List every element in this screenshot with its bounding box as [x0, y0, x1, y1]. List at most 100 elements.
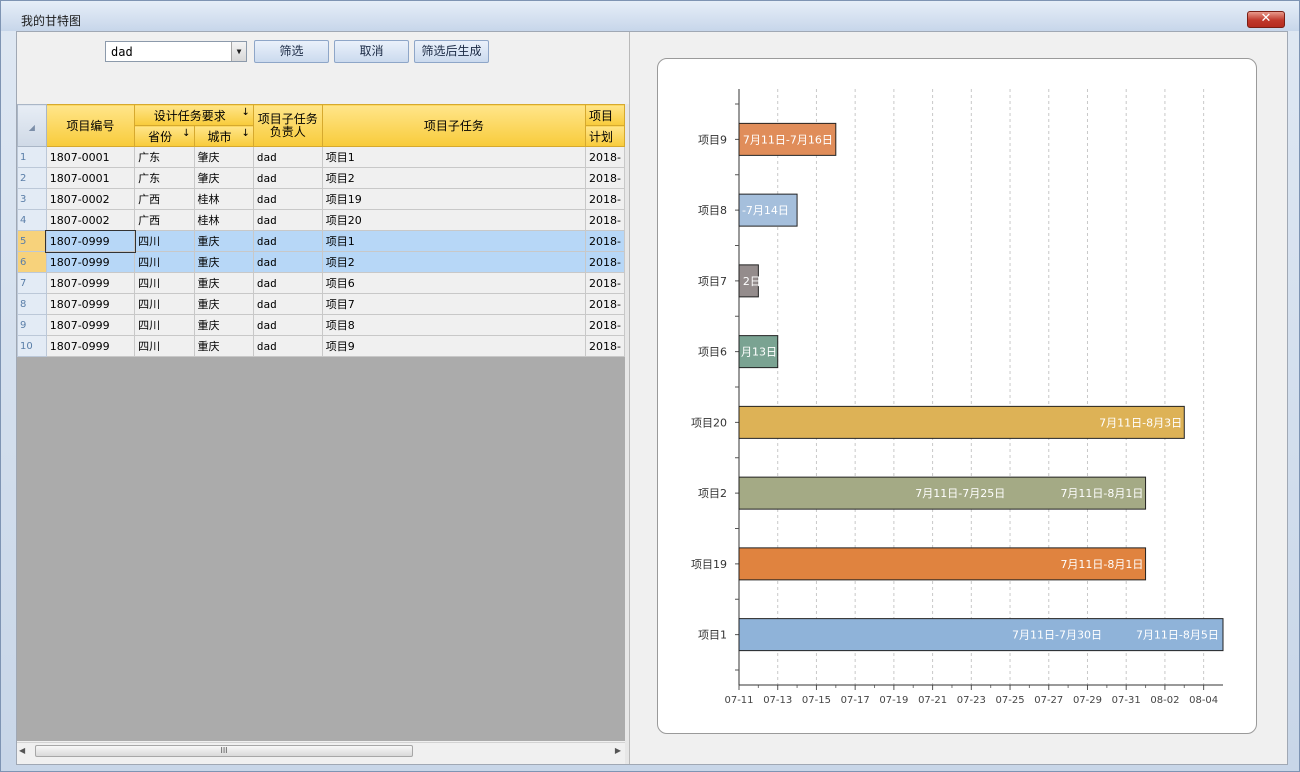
row-header[interactable]: 1	[17, 146, 47, 168]
cell-subtask[interactable]: 项目1	[321, 230, 587, 252]
table-row[interactable]: 5 1807-0999 四川 重庆 dad 项目1 2018-	[17, 229, 625, 253]
header-project-no[interactable]: 项目编号	[45, 104, 136, 147]
owner-combo[interactable]: dad ▼	[105, 41, 247, 62]
header-subtask[interactable]: 项目子任务	[321, 104, 587, 147]
row-header[interactable]: 5	[17, 230, 47, 252]
scroll-left-icon[interactable]: ◀	[19, 746, 25, 755]
cell-owner[interactable]: dad	[252, 209, 323, 231]
table-row[interactable]: 1 1807-0001 广东 肇庆 dad 项目1 2018-	[17, 146, 625, 168]
filter-button[interactable]: 筛选	[254, 40, 329, 63]
cell-province[interactable]: 四川	[134, 272, 195, 294]
cell-subtask[interactable]: 项目2	[321, 167, 587, 189]
cell-plan[interactable]: 2018-	[585, 314, 625, 336]
cell-city[interactable]: 桂林	[193, 188, 254, 210]
cell-subtask[interactable]: 项目6	[321, 272, 587, 294]
cell-province[interactable]: 四川	[134, 335, 195, 357]
horizontal-scrollbar[interactable]: ◀ III ▶	[17, 742, 625, 759]
cell-owner[interactable]: dad	[252, 188, 323, 210]
cell-city[interactable]: 重庆	[193, 272, 254, 294]
cell-plan[interactable]: 2018-	[585, 293, 625, 315]
cell-plan[interactable]: 2018-	[585, 251, 625, 273]
cell-city[interactable]: 重庆	[193, 293, 254, 315]
table-row[interactable]: 9 1807-0999 四川 重庆 dad 项目8 2018-	[17, 314, 625, 336]
header-plan-top[interactable]: 项目	[585, 104, 625, 126]
cell-owner[interactable]: dad	[252, 146, 323, 168]
cell-subtask[interactable]: 项目1	[321, 146, 587, 168]
row-header[interactable]: 8	[17, 293, 47, 315]
cancel-button[interactable]: 取消	[334, 40, 409, 63]
row-header[interactable]: 3	[17, 188, 47, 210]
row-header[interactable]: 6	[17, 251, 47, 273]
row-header[interactable]: 9	[17, 314, 47, 336]
cell-project-no[interactable]: 1807-0999	[45, 229, 136, 253]
row-header[interactable]: 10	[17, 335, 47, 357]
cell-city[interactable]: 重庆	[193, 314, 254, 336]
cell-plan[interactable]: 2018-	[585, 209, 625, 231]
cell-subtask[interactable]: 项目9	[321, 335, 587, 357]
cell-owner[interactable]: dad	[252, 230, 323, 252]
cell-project-no[interactable]: 1807-0001	[45, 167, 136, 189]
cell-owner[interactable]: dad	[252, 167, 323, 189]
cell-city[interactable]: 肇庆	[193, 146, 254, 168]
cell-project-no[interactable]: 1807-0999	[45, 251, 136, 273]
scroll-thumb[interactable]: III	[35, 745, 413, 757]
cell-city[interactable]: 肇庆	[193, 167, 254, 189]
cell-city[interactable]: 重庆	[193, 251, 254, 273]
header-city[interactable]: 城市 ↓	[193, 125, 254, 147]
table-row[interactable]: 6 1807-0999 四川 重庆 dad 项目2 2018-	[17, 251, 625, 273]
table-row[interactable]: 4 1807-0002 广西 桂林 dad 项目20 2018-	[17, 209, 625, 231]
cell-owner[interactable]: dad	[252, 335, 323, 357]
cell-province[interactable]: 四川	[134, 251, 195, 273]
cell-subtask[interactable]: 项目20	[321, 209, 587, 231]
cell-owner[interactable]: dad	[252, 314, 323, 336]
cell-city[interactable]: 桂林	[193, 209, 254, 231]
cell-plan[interactable]: 2018-	[585, 335, 625, 357]
cell-subtask[interactable]: 项目8	[321, 314, 587, 336]
cell-plan[interactable]: 2018-	[585, 230, 625, 252]
cell-project-no[interactable]: 1807-0002	[45, 209, 136, 231]
cell-province[interactable]: 四川	[134, 314, 195, 336]
cell-plan[interactable]: 2018-	[585, 146, 625, 168]
cell-province[interactable]: 广西	[134, 188, 195, 210]
cell-plan[interactable]: 2018-	[585, 188, 625, 210]
row-header[interactable]: 4	[17, 209, 47, 231]
table-row[interactable]: 8 1807-0999 四川 重庆 dad 项目7 2018-	[17, 293, 625, 315]
header-plan-bottom[interactable]: 计划	[585, 125, 625, 147]
cell-owner[interactable]: dad	[252, 251, 323, 273]
table-row[interactable]: 3 1807-0002 广西 桂林 dad 项目19 2018-	[17, 188, 625, 210]
cell-owner[interactable]: dad	[252, 272, 323, 294]
table-row[interactable]: 7 1807-0999 四川 重庆 dad 项目6 2018-	[17, 272, 625, 294]
cell-province[interactable]: 广东	[134, 146, 195, 168]
cell-project-no[interactable]: 1807-0999	[45, 335, 136, 357]
header-owner[interactable]: 项目子任务负责人	[252, 104, 323, 147]
title-bar[interactable]: 我的甘特图 ✕	[1, 1, 1299, 31]
cell-project-no[interactable]: 1807-0999	[45, 314, 136, 336]
row-header[interactable]: 7	[17, 272, 47, 294]
close-button[interactable]: ✕	[1247, 11, 1285, 28]
table-row[interactable]: 2 1807-0001 广东 肇庆 dad 项目2 2018-	[17, 167, 625, 189]
cell-subtask[interactable]: 项目2	[321, 251, 587, 273]
cell-subtask[interactable]: 项目7	[321, 293, 587, 315]
cell-subtask[interactable]: 项目19	[321, 188, 587, 210]
row-header[interactable]: 2	[17, 167, 47, 189]
cell-city[interactable]: 重庆	[193, 335, 254, 357]
table-row[interactable]: 10 1807-0999 四川 重庆 dad 项目9 2018-	[17, 335, 625, 357]
cell-project-no[interactable]: 1807-0999	[45, 272, 136, 294]
cell-province[interactable]: 广东	[134, 167, 195, 189]
filter-generate-button[interactable]: 筛选后生成	[414, 40, 489, 63]
chevron-down-icon[interactable]: ▼	[231, 42, 246, 61]
cell-province[interactable]: 广西	[134, 209, 195, 231]
scroll-right-icon[interactable]: ▶	[615, 746, 621, 755]
cell-project-no[interactable]: 1807-0002	[45, 188, 136, 210]
grid-corner[interactable]: ◢	[17, 104, 47, 147]
cell-province[interactable]: 四川	[134, 293, 195, 315]
cell-province[interactable]: 四川	[134, 230, 195, 252]
header-province[interactable]: 省份 ↓	[134, 125, 195, 147]
cell-plan[interactable]: 2018-	[585, 272, 625, 294]
cell-city[interactable]: 重庆	[193, 230, 254, 252]
header-design-req[interactable]: 设计任务要求 ↓	[134, 104, 254, 126]
cell-project-no[interactable]: 1807-0001	[45, 146, 136, 168]
cell-project-no[interactable]: 1807-0999	[45, 293, 136, 315]
cell-owner[interactable]: dad	[252, 293, 323, 315]
cell-plan[interactable]: 2018-	[585, 167, 625, 189]
